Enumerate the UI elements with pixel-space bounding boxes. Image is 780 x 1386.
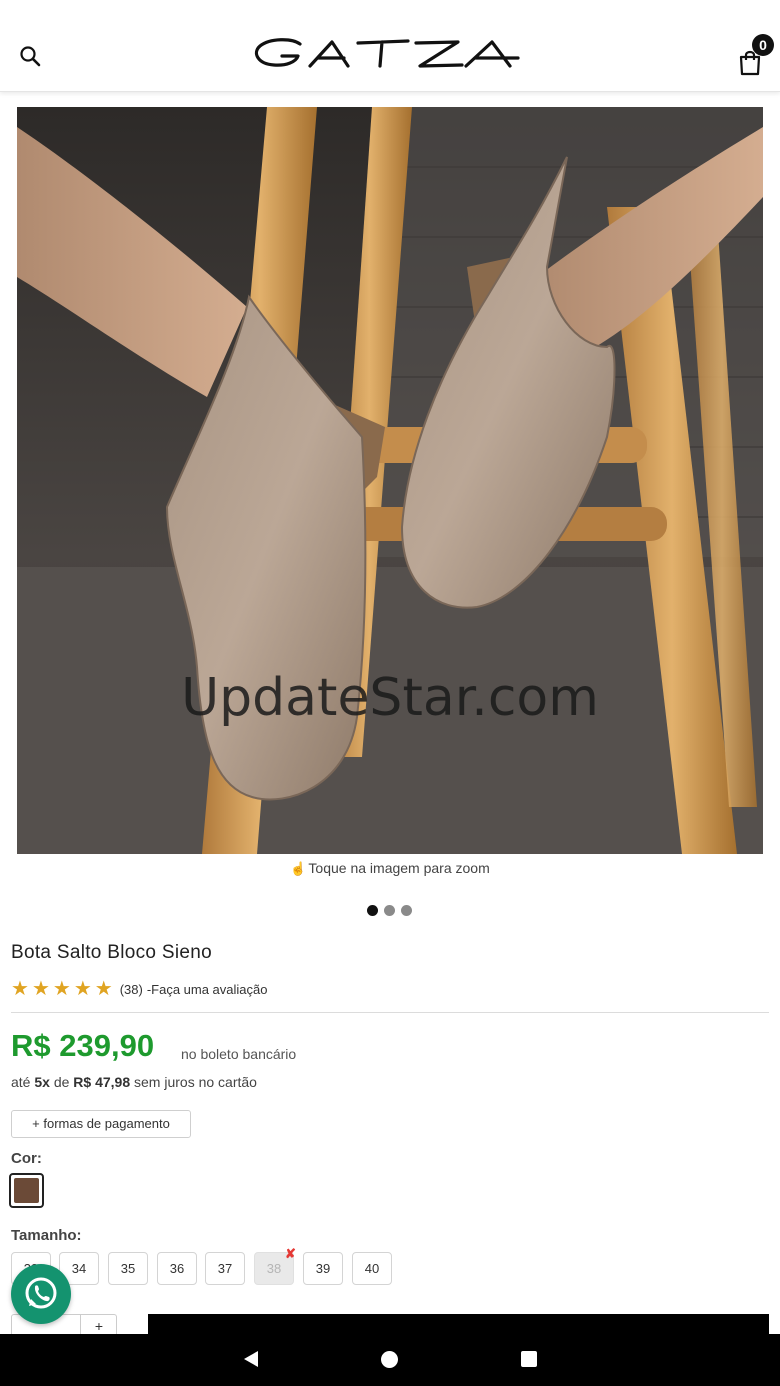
unavailable-icon: ✘ — [285, 1246, 296, 1261]
app-header: 0 — [0, 0, 780, 92]
product-image[interactable] — [17, 107, 763, 854]
zoom-hint-text: Toque na imagem para zoom — [308, 860, 490, 876]
rating-count: (38) — [119, 981, 143, 997]
size-option-36[interactable]: 36 — [157, 1252, 197, 1285]
quantity-plus-button[interactable]: + — [80, 1314, 117, 1336]
gallery-dot-3[interactable] — [401, 905, 412, 916]
product-rating: ★ ★ ★ ★ ★ (38) -Faça uma avaliação — [11, 979, 267, 999]
installments-text: até 5x de R$ 47,98 sem juros no cartão — [11, 1074, 257, 1090]
installments-amount: R$ 47,98 — [73, 1074, 131, 1090]
star-icon: ★ — [11, 978, 29, 1000]
whatsapp-icon — [25, 1277, 57, 1309]
divider — [11, 1012, 769, 1013]
zoom-hint: ☝ Toque na imagem para zoom — [0, 860, 780, 877]
product-photo — [17, 107, 763, 854]
size-option-37[interactable]: 37 — [205, 1252, 245, 1285]
gallery-pagination — [367, 905, 412, 916]
payment-options-button[interactable]: + formas de pagamento — [11, 1110, 191, 1138]
color-swatch-fill — [14, 1178, 39, 1203]
brand-logo[interactable] — [252, 30, 528, 80]
product-title: Bota Salto Bloco Sieno — [11, 942, 212, 963]
installments-middle: de — [53, 1074, 70, 1090]
write-review-link[interactable]: -Faça uma avaliação — [147, 982, 268, 997]
tap-hand-icon: ☝ — [290, 861, 307, 876]
installments-count: 5x — [34, 1074, 50, 1090]
buy-button[interactable] — [148, 1314, 769, 1336]
star-icon: ★ — [31, 978, 50, 1000]
watermark-text: UpdateStar.com — [181, 668, 599, 728]
star-icon: ★ — [94, 978, 113, 1000]
recent-apps-icon[interactable] — [521, 1351, 537, 1367]
star-icon: ★ — [73, 978, 92, 1000]
size-option-39[interactable]: 39 — [303, 1252, 343, 1285]
size-option-40[interactable]: 40 — [352, 1252, 392, 1285]
size-label: Tamanho: — [11, 1227, 82, 1244]
whatsapp-button[interactable] — [11, 1264, 71, 1324]
installments-suffix: sem juros no cartão — [134, 1074, 257, 1090]
back-icon[interactable] — [240, 1348, 262, 1370]
installments-prefix: até — [11, 1074, 31, 1090]
search-icon[interactable] — [18, 44, 42, 68]
size-option-35[interactable]: 35 — [108, 1252, 148, 1285]
star-icon: ★ — [52, 978, 71, 1000]
color-swatch-sieno[interactable] — [9, 1173, 44, 1208]
home-icon[interactable] — [381, 1351, 398, 1368]
product-price: R$ 239,90 — [11, 1028, 155, 1063]
color-label: Cor: — [11, 1150, 42, 1167]
gallery-dot-1[interactable] — [367, 905, 378, 916]
cart-count-badge: 0 — [752, 34, 774, 56]
gallery-dot-2[interactable] — [384, 905, 395, 916]
price-note: no boleto bancário — [181, 1046, 297, 1062]
